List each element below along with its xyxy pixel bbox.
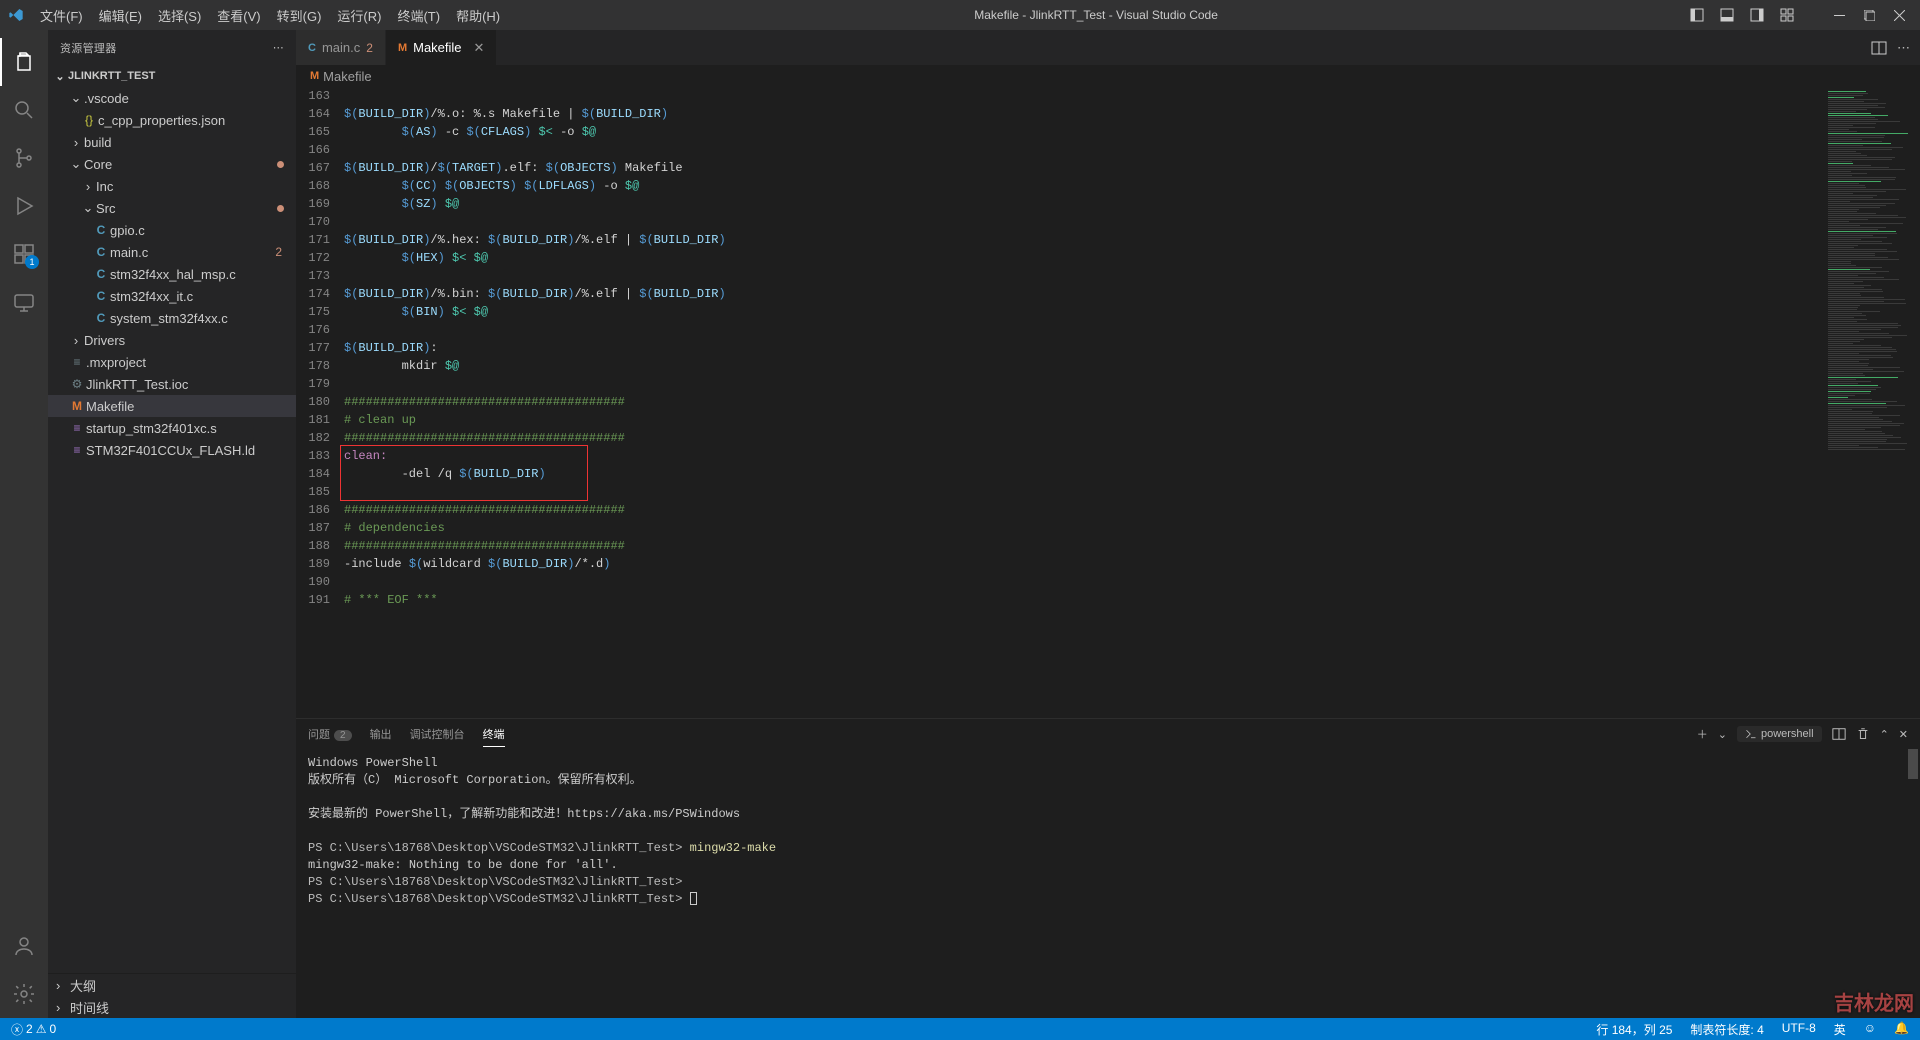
menubar: 文件(F)编辑(E)选择(S)查看(V)转到(G)运行(R)终端(T)帮助(H)… — [0, 0, 1920, 30]
code-editor[interactable]: 1631641651661671681691701711721731741751… — [296, 87, 1920, 718]
new-terminal-icon[interactable]: ＋ — [1697, 726, 1708, 742]
tree-file[interactable]: ≡.mxproject — [48, 351, 296, 373]
explorer-more-icon[interactable]: ⋯ — [273, 41, 284, 54]
window-minimize-icon[interactable] — [1826, 4, 1852, 26]
menu-item[interactable]: 选择(S) — [150, 0, 209, 30]
activity-accounts[interactable] — [0, 922, 48, 970]
panel-tab[interactable]: 输出 — [370, 722, 392, 746]
tree-folder[interactable]: ⌄.vscode — [48, 87, 296, 109]
window-close-icon[interactable] — [1886, 4, 1912, 26]
editor-tabs: Cmain.c2MMakefile✕ ⋯ — [296, 30, 1920, 65]
breadcrumb[interactable]: M Makefile — [296, 65, 1920, 87]
activity-remote[interactable] — [0, 278, 48, 326]
status-ime[interactable]: 英 — [1831, 1021, 1849, 1038]
terminal-output[interactable]: Windows PowerShell版权所有（C） Microsoft Corp… — [296, 749, 1920, 1018]
layout-bottom-icon[interactable] — [1714, 4, 1740, 26]
tree-folder[interactable]: ›build — [48, 131, 296, 153]
editor-area: Cmain.c2MMakefile✕ ⋯ M Makefile 16316416… — [296, 30, 1920, 1018]
bottom-panel: 问题2 输出调试控制台终端 ＋ ⌄ powershell ⌃ ✕ Windows … — [296, 718, 1920, 1018]
status-tab-size[interactable]: 制表符长度: 4 — [1687, 1021, 1766, 1038]
status-line-col[interactable]: 行 184，列 25 — [1593, 1021, 1675, 1038]
panel-tab[interactable]: 调试控制台 — [410, 722, 465, 746]
explorer-header: 资源管理器 ⋯ — [48, 30, 296, 65]
tree-file[interactable]: ≡STM32F401CCUx_FLASH.ld — [48, 439, 296, 461]
window-title: Makefile - JlinkRTT_Test - Visual Studio… — [508, 8, 1684, 22]
statusbar: ⓧ2 ⚠0 行 184，列 25 制表符长度: 4 UTF-8 英 ☺ 🔔 — [0, 1018, 1920, 1040]
status-problems[interactable]: ⓧ2 ⚠0 — [8, 1018, 59, 1040]
panel-maximize-icon[interactable]: ⌃ — [1880, 728, 1889, 741]
tree-file[interactable]: Cstm32f4xx_hal_msp.c — [48, 263, 296, 285]
editor-tab[interactable]: MMakefile✕ — [386, 30, 498, 65]
split-terminal-icon[interactable] — [1832, 727, 1846, 741]
activity-explorer[interactable] — [0, 38, 48, 86]
title-bar-controls — [1684, 4, 1912, 26]
status-encoding[interactable]: UTF-8 — [1779, 1021, 1819, 1035]
sidebar-explorer: 资源管理器 ⋯ ⌄JLINKRTT_TEST ⌄.vscode{}c_cpp_p… — [48, 30, 296, 1018]
activity-source-control[interactable] — [0, 134, 48, 182]
panel-tab[interactable]: 终端 — [483, 722, 505, 747]
minimap[interactable] — [1823, 87, 1920, 718]
layout-right-icon[interactable] — [1744, 4, 1770, 26]
menu-item[interactable]: 编辑(E) — [91, 0, 150, 30]
tree-file[interactable]: ⚙JlinkRTT_Test.ioc — [48, 373, 296, 395]
tree-file[interactable]: Csystem_stm32f4xx.c — [48, 307, 296, 329]
vscode-logo-icon — [8, 7, 24, 23]
tree-file[interactable]: MMakefile — [48, 395, 296, 417]
terminal-profile[interactable]: powershell — [1737, 726, 1822, 742]
split-editor-icon[interactable] — [1871, 40, 1887, 56]
layout-custom-icon[interactable] — [1774, 4, 1800, 26]
activity-bar: 1 — [0, 30, 48, 1018]
menu-item[interactable]: 转到(G) — [269, 0, 330, 30]
editor-tab[interactable]: Cmain.c2 — [296, 30, 386, 65]
kill-terminal-icon[interactable] — [1856, 727, 1870, 741]
terminal-dropdown-icon[interactable]: ⌄ — [1718, 728, 1727, 741]
makefile-icon: M — [310, 70, 319, 82]
menu-item[interactable]: 终端(T) — [389, 0, 448, 30]
status-bell-icon[interactable]: 🔔 — [1891, 1021, 1912, 1035]
panel-close-icon[interactable]: ✕ — [1899, 728, 1908, 741]
extensions-badge: 1 — [25, 255, 39, 269]
layout-left-icon[interactable] — [1684, 4, 1710, 26]
tree-file[interactable]: {}c_cpp_properties.json — [48, 109, 296, 131]
tree-file[interactable]: Cmain.c2 — [48, 241, 296, 263]
workspace-folder-header[interactable]: ⌄JLINKRTT_TEST — [48, 65, 296, 87]
menu-item[interactable]: 帮助(H) — [448, 0, 508, 30]
activity-run-debug[interactable] — [0, 182, 48, 230]
tree-folder[interactable]: ›Inc — [48, 175, 296, 197]
window-maximize-icon[interactable] — [1856, 4, 1882, 26]
tree-folder[interactable]: ⌄Src — [48, 197, 296, 219]
menu-item[interactable]: 运行(R) — [329, 0, 389, 30]
file-tree: ⌄.vscode{}c_cpp_properties.json›build⌄Co… — [48, 87, 296, 973]
tab-close-icon[interactable]: ✕ — [474, 40, 485, 56]
tree-folder[interactable]: ›Drivers — [48, 329, 296, 351]
tree-folder[interactable]: ⌄Core — [48, 153, 296, 175]
activity-search[interactable] — [0, 86, 48, 134]
panel-tab[interactable]: 问题2 — [308, 722, 352, 746]
activity-settings[interactable] — [0, 970, 48, 1018]
activity-extensions[interactable]: 1 — [0, 230, 48, 278]
tree-file[interactable]: Cstm32f4xx_it.c — [48, 285, 296, 307]
panel-tabs: 问题2 输出调试控制台终端 ＋ ⌄ powershell ⌃ ✕ — [296, 719, 1920, 749]
editor-more-icon[interactable]: ⋯ — [1897, 40, 1910, 56]
menu-item[interactable]: 文件(F) — [32, 0, 91, 30]
timeline-section[interactable]: ›时间线 — [48, 996, 296, 1018]
tree-file[interactable]: Cgpio.c — [48, 219, 296, 241]
explorer-title: 资源管理器 — [60, 40, 117, 56]
menu-item[interactable]: 查看(V) — [209, 0, 268, 30]
tree-file[interactable]: ≡startup_stm32f401xc.s — [48, 417, 296, 439]
outline-section[interactable]: ›大纲 — [48, 974, 296, 996]
status-feedback-icon[interactable]: ☺ — [1861, 1021, 1879, 1035]
